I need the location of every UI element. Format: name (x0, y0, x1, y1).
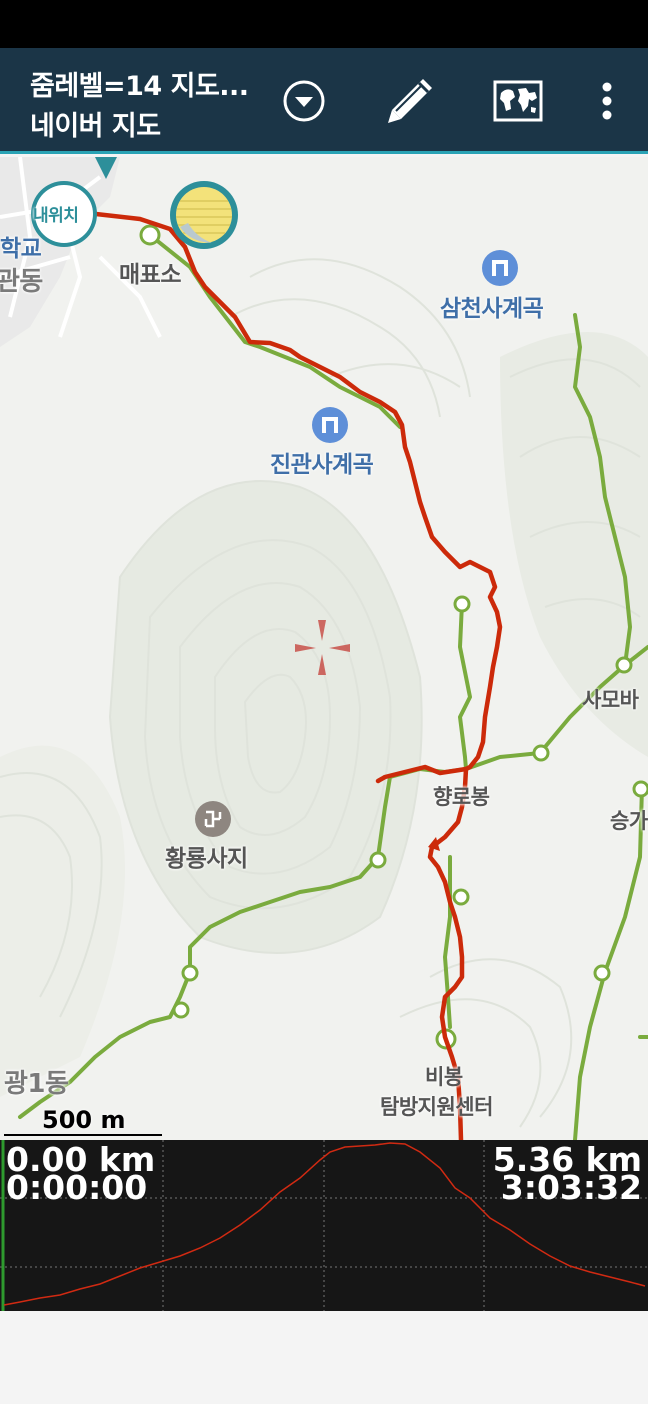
my-location-marker[interactable]: 내위치 (33, 201, 79, 226)
end-time: 3:03:32 (500, 1168, 642, 1207)
map-select-button[interactable] (491, 74, 545, 128)
edit-button[interactable] (383, 74, 437, 128)
label-samobawi: 사모바 (582, 688, 639, 712)
start-time: 0:00:00 (6, 1168, 148, 1207)
map-title[interactable]: 줌레벨=14 지도... (30, 64, 249, 103)
elevation-profile[interactable]: 0.00 km 0:00:00 5.36 km 3:03:32 (0, 1140, 648, 1311)
bottom-blank-area (0, 1311, 648, 1404)
label-seungga: 승가 (610, 809, 648, 833)
scale-label: 500 m (42, 1106, 126, 1134)
label-bibong: 비봉 (425, 1065, 463, 1089)
label-ticket-office: 매표소 (119, 262, 181, 288)
toolbar: 줌레벨=14 지도... 네이버 지도 (0, 48, 648, 154)
label-visitor-center: 탐방지원센터 (380, 1095, 493, 1119)
label-dong: 관동 (0, 267, 43, 297)
world-map-icon (493, 80, 543, 122)
scale-line (4, 1134, 162, 1136)
label-hyangrobong-peak: 향로봉 (433, 785, 490, 809)
dropdown-button[interactable] (277, 74, 331, 128)
label-hwangryong-temple: 황룡사지 (165, 846, 248, 872)
label-jingwan-valley: 진관사계곡 (270, 452, 374, 478)
label-samcheon-valley: 삼천사계곡 (440, 296, 544, 322)
map-subtitle[interactable]: 네이버 지도 (30, 104, 161, 143)
status-bar (0, 0, 648, 48)
chevron-down-circle-icon (283, 80, 325, 122)
more-vertical-icon (602, 82, 612, 120)
label-school: 학교 (0, 236, 42, 262)
map-view[interactable]: 학교 관동 내위치 매표소 삼천사계곡 진관사계곡 황룡사지 향로봉 사모바 승… (0, 157, 648, 1140)
pencil-icon (388, 79, 432, 123)
more-button[interactable] (580, 74, 634, 128)
scale-bar: 500 m (4, 1106, 164, 1138)
label-gwang1dong: 광1동 (4, 1069, 69, 1099)
map-canvas (0, 157, 648, 1140)
